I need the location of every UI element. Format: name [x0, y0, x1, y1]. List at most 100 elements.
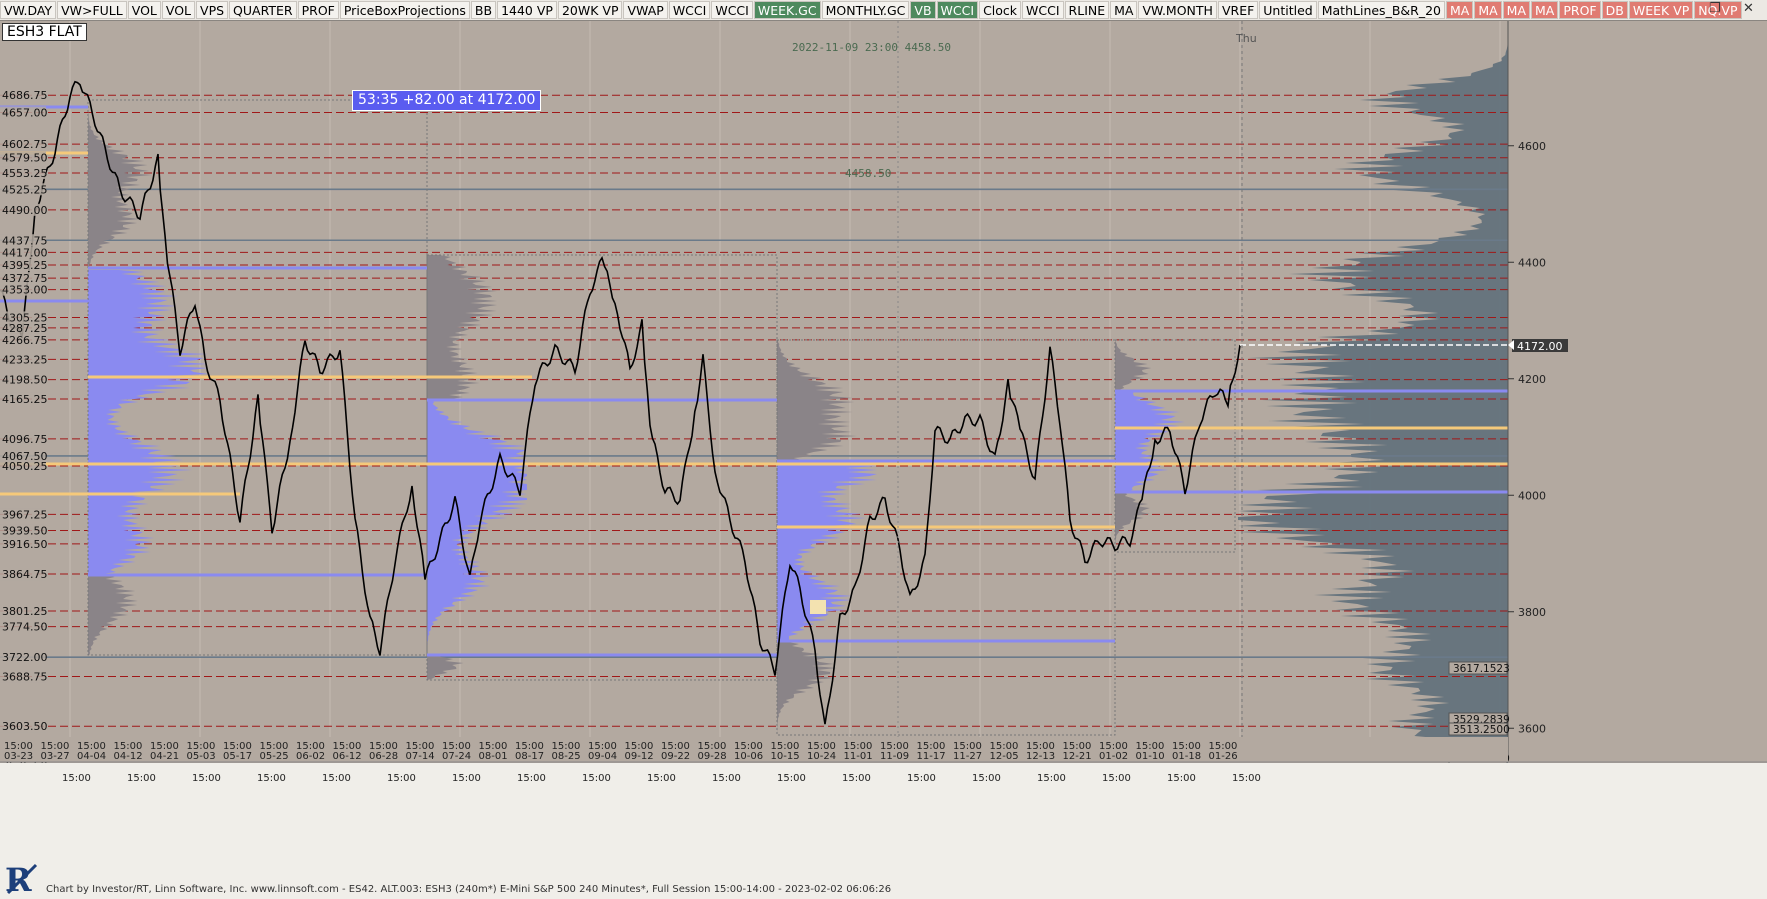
toolbar-button-vol-2[interactable]: VOL — [127, 1, 161, 19]
x-axis-bottom-label: 15:00 — [517, 773, 546, 784]
x-axis-date-label: 01-02 — [1099, 751, 1128, 762]
indicator-toolbar: VW.DAY VW>FULL VOL VOL VPS QUARTER PROF PriceBo… — [0, 0, 1767, 21]
x-axis-date-label: 04-12 — [114, 751, 143, 762]
level-label: 4417.00 — [2, 246, 48, 259]
x-axis-bottom-label: 15:00 — [387, 773, 416, 784]
x-axis-date-label: 12-05 — [990, 751, 1019, 762]
investor-rt-logo-icon: R — [2, 859, 40, 897]
x-axis-bottom-label: 15:00 — [452, 773, 481, 784]
toolbar-button-ma-27[interactable]: MA — [1474, 1, 1502, 19]
x-axis-date-label: 01-10 — [1136, 751, 1165, 762]
level-label: 4657.00 — [2, 107, 48, 120]
x-axis-date-label: 06-12 — [333, 751, 362, 762]
toolbar-button-week-vp-32[interactable]: WEEK VP — [1628, 1, 1694, 19]
toolbar-button-vb-16[interactable]: VB — [910, 1, 936, 19]
toolbar-button-db-31[interactable]: DB — [1601, 1, 1628, 19]
toolbar-button-vol-3[interactable]: VOL — [161, 1, 196, 19]
level-label: 3939.50 — [2, 524, 48, 537]
level-label: 4395.25 — [2, 259, 48, 272]
x-axis-date-label: 05-03 — [187, 751, 216, 762]
toolbar-button-vw-month-22[interactable]: VW.MONTH — [1138, 1, 1217, 19]
x-axis-bottom-label: 15:00 — [712, 773, 741, 784]
level-label: 3916.50 — [2, 538, 48, 551]
level-label: 3688.75 — [2, 671, 48, 684]
x-axis-date-label: 09-04 — [588, 751, 617, 762]
x-axis-bottom-label: 15:00 — [777, 773, 806, 784]
x-axis-date-label: 10-06 — [734, 751, 763, 762]
toolbar-button-rline-20[interactable]: RLINE — [1064, 1, 1110, 19]
toolbar-button-mathlines-b-r-20-25[interactable]: MathLines_B&R_20 — [1317, 1, 1445, 19]
x-axis-date-label: 01-26 — [1209, 751, 1238, 762]
level-label: 4553.25 — [2, 167, 48, 180]
toolbar-button-prof-6[interactable]: PROF — [297, 1, 339, 19]
x-axis-date-label: 09-12 — [625, 751, 654, 762]
restore-window-icon[interactable]: ❐ — [1709, 1, 1721, 16]
x-axis-bottom-label: 15:00 — [582, 773, 611, 784]
x-axis-date-label: 06-28 — [369, 751, 398, 762]
y-axis-tick-label: 4400 — [1518, 256, 1546, 269]
toolbar-button-vps-4[interactable]: VPS — [196, 1, 229, 19]
x-axis-date-label: 07-14 — [406, 751, 435, 762]
x-axis-date-label: 12-13 — [1026, 751, 1055, 762]
highlight-box — [810, 600, 826, 614]
x-axis-date-label: 12-21 — [1063, 751, 1092, 762]
level-label: 3774.50 — [2, 621, 48, 634]
toolbar-button-20wk-vp-10[interactable]: 20WK VP — [557, 1, 623, 19]
x-axis-date-label: 04-04 — [77, 751, 106, 762]
level-label: 4525.25 — [2, 183, 48, 196]
toolbar-button-bb-8[interactable]: BB — [470, 1, 497, 19]
crosshair-info-box: 53:35 +82.00 at 4172.00 — [352, 90, 542, 111]
x-axis-date-label: 03-23 — [4, 751, 33, 762]
toolbar-button-wcci-19[interactable]: WCCI — [1022, 1, 1064, 19]
toolbar-button-ma-21[interactable]: MA — [1110, 1, 1138, 19]
annotation-level: 4458.50 — [845, 167, 891, 180]
x-axis-date-label: 03-27 — [41, 751, 70, 762]
x-axis-bottom-label: 15:00 — [972, 773, 1001, 784]
price-chart[interactable]: 2022-11-09 23:00 4458.50 4458.50 Thu 4686.7… — [0, 21, 1767, 899]
toolbar-button-ma-26[interactable]: MA — [1445, 1, 1474, 19]
toolbar-button-priceboxprojections-7[interactable]: PriceBoxProjections — [339, 1, 470, 19]
y-axis-tick-label: 4200 — [1518, 373, 1546, 386]
x-axis-bottom-label: 15:00 — [1037, 773, 1066, 784]
day-label: Thu — [1235, 32, 1257, 45]
y-axis-area — [1508, 21, 1767, 761]
level-label: 4490.00 — [2, 204, 48, 217]
x-axis-date-label: 07-24 — [442, 751, 471, 762]
toolbar-button-vw-day-0[interactable]: VW.DAY — [0, 1, 57, 19]
x-axis-date-label: 08-25 — [552, 751, 581, 762]
x-axis-date-label: 05-17 — [223, 751, 252, 762]
x-axis-date-label: 05-25 — [260, 751, 289, 762]
toolbar-button-quarter-5[interactable]: QUARTER — [229, 1, 297, 19]
x-axis-bottom-label: 15:00 — [257, 773, 286, 784]
level-label: 4602.75 — [2, 138, 48, 151]
x-axis-date-label: 10-24 — [807, 751, 836, 762]
toolbar-button-wcci-13[interactable]: WCCI — [711, 1, 753, 19]
toolbar-button-1440-vp-9[interactable]: 1440 VP — [497, 1, 557, 19]
toolbar-button-wcci-12[interactable]: WCCI — [668, 1, 711, 19]
toolbar-button-vwap-11[interactable]: VWAP — [623, 1, 668, 19]
toolbar-button-ma-29[interactable]: MA — [1531, 1, 1559, 19]
x-axis-date-label: 08-01 — [479, 751, 508, 762]
x-axis-bottom-label: 15:00 — [127, 773, 156, 784]
toolbar-button-untitled-24[interactable]: Untitled — [1259, 1, 1317, 19]
x-axis-bottom-label: 15:00 — [192, 773, 221, 784]
level-label: 4266.75 — [2, 334, 48, 347]
toolbar-button-clock-18[interactable]: Clock — [979, 1, 1022, 19]
level-label: 4353.00 — [2, 284, 48, 297]
last-price-tag-label: 4172.00 — [1517, 340, 1563, 353]
toolbar-button-vw-full-1[interactable]: VW>FULL — [57, 1, 127, 19]
x-axis-date-label: 11-17 — [917, 751, 946, 762]
toolbar-button-wcci-17[interactable]: WCCI — [936, 1, 979, 19]
close-window-icon[interactable]: ✕ — [1743, 1, 1754, 16]
toolbar-button-monthly-gc-15[interactable]: MONTHLY.GC — [821, 1, 910, 19]
x-axis-date-label: 01-18 — [1172, 751, 1201, 762]
x-axis-bottom-label: 15:00 — [842, 773, 871, 784]
annotation-date: 2022-11-09 23:00 4458.50 — [792, 41, 951, 54]
toolbar-button-prof-30[interactable]: PROF — [1559, 1, 1601, 19]
level-label: 3967.25 — [2, 508, 48, 521]
toolbar-button-ma-28[interactable]: MA — [1502, 1, 1531, 19]
toolbar-button-vref-23[interactable]: VREF — [1217, 1, 1259, 19]
x-axis-bottom-label: 15:00 — [1102, 773, 1131, 784]
toolbar-button-week-gc-14[interactable]: WEEK.GC — [753, 1, 821, 19]
x-axis-date-label: 11-01 — [844, 751, 873, 762]
